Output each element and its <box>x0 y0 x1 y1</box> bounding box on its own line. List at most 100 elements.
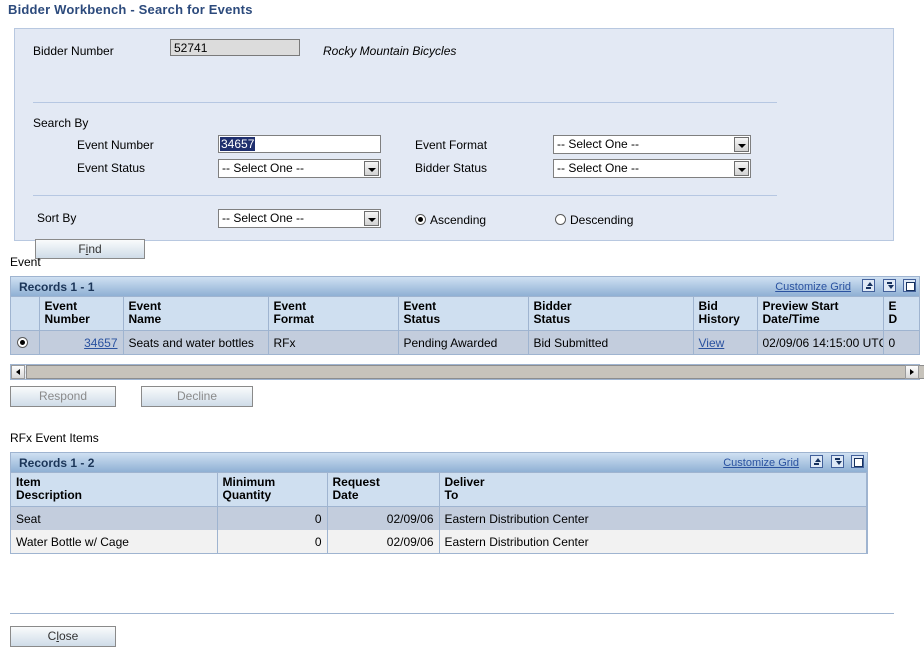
grid-maximize-icon[interactable] <box>851 455 864 468</box>
search-panel: Bidder Number Rocky Mountain Bicycles Se… <box>14 28 894 259</box>
chevron-down-icon[interactable] <box>734 137 749 152</box>
event-grid-horizontal-scrollbar[interactable] <box>10 364 924 380</box>
rfx-table-header-row: Item Description Minimum Quantity Reques… <box>11 473 867 507</box>
radio-on-icon[interactable] <box>415 214 426 225</box>
event-col-event-status: Event Status <box>398 297 529 331</box>
event-col-event-format: Event Format <box>268 297 399 331</box>
event-row-bid-history[interactable]: View <box>693 330 758 354</box>
event-table-header-row: Event Number Event Name Event Format Eve… <box>11 297 920 331</box>
find-label-post: nd <box>88 242 102 256</box>
page-title: Bidder Workbench - Search for Events <box>8 2 253 17</box>
panel-divider-top <box>33 102 777 103</box>
bidder-status-label: Bidder Status <box>415 161 488 175</box>
rfx-event-items-grid: Records 1 - 2 Customize Grid Item Descri… <box>10 452 868 554</box>
event-records-label: Records 1 - 1 <box>19 280 95 294</box>
decline-button[interactable]: Decline <box>141 386 253 407</box>
grid-export-down-icon[interactable] <box>882 279 896 292</box>
respond-button[interactable]: Respond <box>10 386 116 407</box>
scroll-left-icon[interactable] <box>11 365 25 379</box>
event-grid: Records 1 - 1 Customize Grid Event Numbe… <box>10 276 920 355</box>
chevron-down-icon[interactable] <box>364 211 379 226</box>
event-number-link[interactable]: 34657 <box>84 336 117 350</box>
close-button[interactable]: Close <box>10 626 116 647</box>
find-label-pre: F <box>78 242 86 256</box>
sort-by-select[interactable]: -- Select One -- <box>218 209 381 228</box>
event-col-event-number: Event Number <box>39 297 124 331</box>
rfx-grid-icons <box>806 455 864 469</box>
event-grid-header: Records 1 - 1 Customize Grid <box>11 277 919 297</box>
bid-history-view-link[interactable]: View <box>699 336 725 350</box>
event-table: Event Number Event Name Event Format Eve… <box>11 297 920 354</box>
sort-descending-radio[interactable]: Descending <box>555 213 633 227</box>
event-col-event-name: Event Name <box>123 297 269 331</box>
rfx-row-request-date: 02/09/06 <box>327 506 440 530</box>
find-button[interactable]: Find <box>35 239 145 259</box>
event-row-event-format: RFx <box>268 330 399 354</box>
rfx-col-deliver-to: Deliver To <box>439 473 867 507</box>
rfx-records-label: Records 1 - 2 <box>19 456 95 470</box>
event-row-event-number[interactable]: 34657 <box>39 330 124 354</box>
rfx-row-item-description: Water Bottle w/ Cage <box>11 530 218 553</box>
rfx-section-caption: RFx Event Items <box>10 431 99 445</box>
event-customize-grid-link[interactable]: Customize Grid <box>775 281 851 293</box>
panel-divider-bottom <box>33 195 777 196</box>
sort-ascending-radio[interactable]: Ascending <box>415 213 486 227</box>
sort-by-label: Sort By <box>37 211 77 225</box>
grid-export-up-icon[interactable] <box>810 455 824 468</box>
rfx-customize-grid-link[interactable]: Customize Grid <box>723 457 799 469</box>
event-status-select[interactable]: -- Select One -- <box>218 159 381 178</box>
bidder-number-label: Bidder Number <box>33 44 114 58</box>
event-col-select <box>11 297 40 331</box>
sort-descending-label: Descending <box>570 213 634 227</box>
table-row[interactable]: Water Bottle w/ Cage 0 02/09/06 Eastern … <box>11 530 867 553</box>
event-status-label: Event Status <box>77 161 146 175</box>
grid-export-down-icon[interactable] <box>830 455 844 468</box>
table-row[interactable]: Seat 0 02/09/06 Eastern Distribution Cen… <box>11 506 867 530</box>
rfx-row-item-description: Seat <box>11 506 218 530</box>
close-label-post: ose <box>58 629 79 643</box>
rfx-row-request-date: 02/09/06 <box>327 530 440 553</box>
rfx-col-request-date: Request Date <box>327 473 440 507</box>
rfx-row-minimum-quantity: 0 <box>217 506 328 530</box>
event-row-event-name: Seats and water bottles <box>123 330 269 354</box>
event-row-end-date: 0 <box>883 330 920 354</box>
radio-off-icon[interactable] <box>555 214 566 225</box>
search-by-label: Search By <box>33 116 89 130</box>
table-row[interactable]: 34657 Seats and water bottles RFx Pendin… <box>11 330 920 354</box>
rfx-col-minimum-quantity: Minimum Quantity <box>217 473 328 507</box>
event-status-selected-value: -- Select One -- <box>222 161 305 175</box>
radio-on-icon[interactable] <box>17 336 29 348</box>
chevron-down-icon[interactable] <box>734 161 749 176</box>
event-row-select-cell[interactable] <box>11 330 40 354</box>
grid-maximize-icon[interactable] <box>903 279 916 292</box>
event-grid-icons <box>858 279 916 293</box>
event-format-select[interactable]: -- Select One -- <box>553 135 751 154</box>
event-format-selected-value: -- Select One -- <box>557 137 640 151</box>
event-row-event-status: Pending Awarded <box>398 330 529 354</box>
event-col-bidder-status: Bidder Status <box>528 297 694 331</box>
scroll-right-icon[interactable] <box>905 365 919 379</box>
bidder-status-select[interactable]: -- Select One -- <box>553 159 751 178</box>
chevron-down-icon[interactable] <box>364 161 379 176</box>
event-number-selected-text: 34657 <box>220 137 256 151</box>
event-number-label: Event Number <box>77 138 154 152</box>
bidder-company-name: Rocky Mountain Bicycles <box>323 44 457 58</box>
event-format-label: Event Format <box>415 138 488 152</box>
event-section-caption: Event <box>10 255 41 269</box>
rfx-grid-header: Records 1 - 2 Customize Grid <box>11 453 867 473</box>
bidder-number-field[interactable] <box>170 39 300 56</box>
footer-divider <box>10 613 894 614</box>
rfx-row-deliver-to: Eastern Distribution Center <box>439 530 867 553</box>
event-col-end-date: E D <box>883 297 920 331</box>
event-row-preview-start: 02/09/06 14:15:00 UTC <box>757 330 884 354</box>
event-col-preview-start: Preview Start Date/Time <box>757 297 884 331</box>
bidder-workbench-page: Bidder Workbench - Search for Events Bid… <box>0 0 924 652</box>
close-label-pre: C <box>47 629 57 643</box>
bidder-status-selected-value: -- Select One -- <box>557 161 640 175</box>
rfx-row-minimum-quantity: 0 <box>217 530 328 553</box>
grid-export-up-icon[interactable] <box>862 279 876 292</box>
rfx-col-item-description: Item Description <box>11 473 218 507</box>
event-row-bidder-status: Bid Submitted <box>528 330 694 354</box>
scrollbar-thumb[interactable] <box>26 365 924 379</box>
event-col-bid-history: Bid History <box>693 297 758 331</box>
